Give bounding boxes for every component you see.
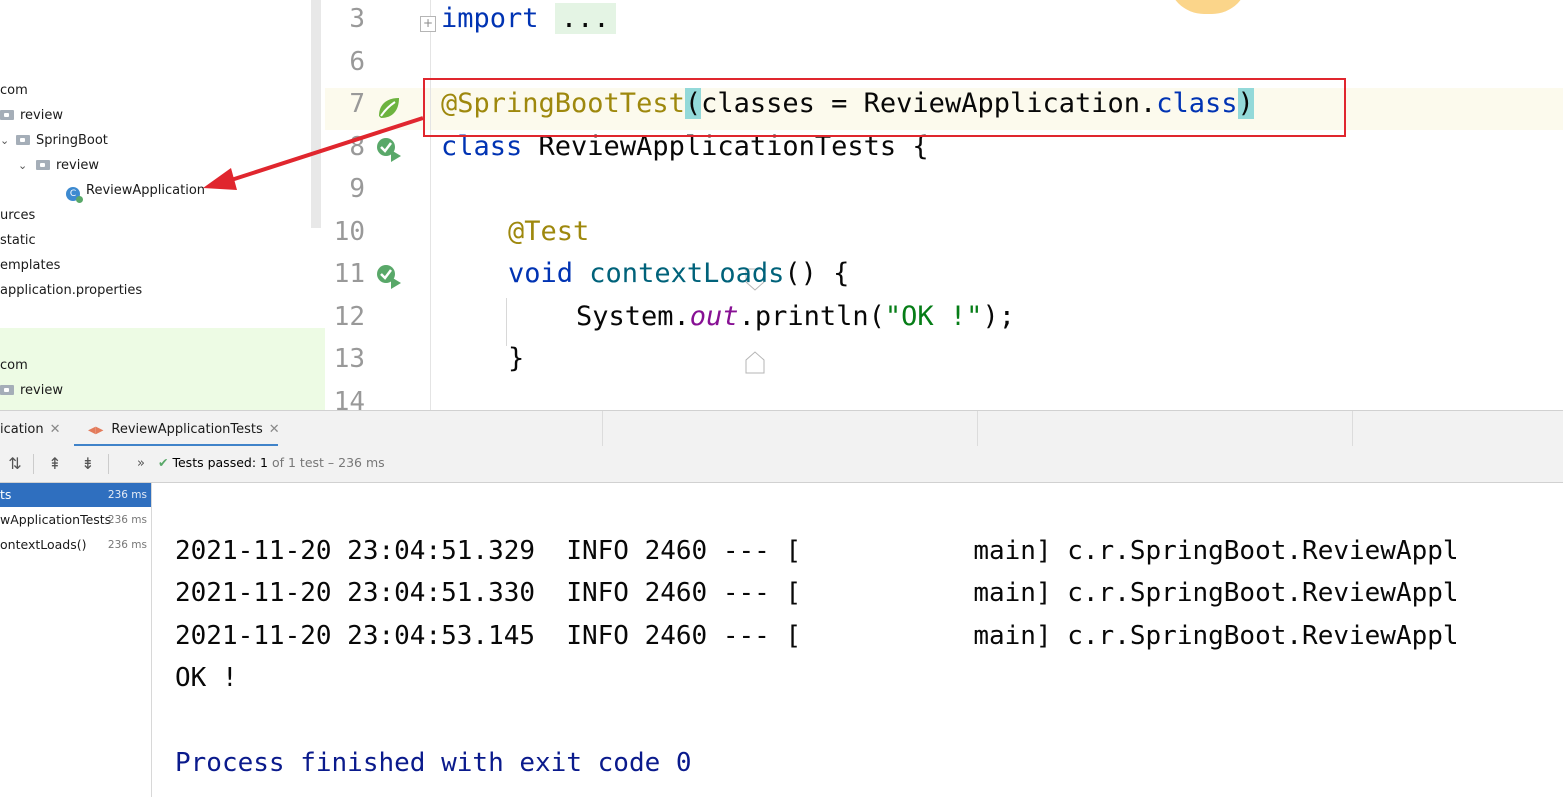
status-label: Tests passed: [172,455,257,470]
tree-item-label: emplates [0,258,61,273]
chevron-down-icon[interactable]: ⌄ [0,131,10,151]
tree-item-application-properties[interactable]: application.properties [0,281,142,301]
console-output[interactable]: 2021-11-20 23:04:51.329 INFO 2460 --- [ … [152,483,1563,797]
close-icon[interactable]: ✕ [50,422,61,437]
check-icon: ✔ [158,455,169,470]
test-results-tree: ts 236 ms wApplicationTests 236 ms ontextL… [0,483,152,797]
tab-reviewapplication[interactable]: ication ✕ [0,411,70,447]
code-text: .println( [738,301,885,332]
tree-item-resources[interactable]: urces [0,206,35,226]
tab-label: ReviewApplicationTests [111,422,263,437]
tree-item-review[interactable]: review [0,106,63,126]
test-status: ✔ Tests passed: 1 of 1 test – 236 ms [158,455,385,470]
static-field: out [689,301,739,332]
result-time: 236 ms [107,539,147,551]
log-line: OK ! [175,663,238,693]
tree-item-reviewapplication[interactable]: C ReviewApplication [66,181,206,203]
code-text: } [508,343,525,374]
divider [108,454,109,474]
result-row-method[interactable]: ontextLoads() 236 ms [0,533,151,557]
tab-label: ication [0,422,44,437]
tree-item-com-test[interactable]: com [0,356,28,376]
test-diff-icon: ◀▶ [88,425,104,436]
tree-item-label: review [56,158,99,173]
chevron-down-icon[interactable]: ⌄ [18,156,30,176]
sort-icon[interactable]: ⇅ [4,453,26,475]
editor-gutter: 3 6 7 8 9 10 11 12 13 14 + [325,0,765,417]
status-count: 1 [260,455,268,470]
tree-item-label: application.properties [0,283,143,298]
tree-item-static[interactable]: static [0,231,36,251]
code-line-3: import ... [441,3,616,34]
result-time: 236 ms [107,489,147,501]
line-number: 6 [349,47,365,77]
tree-item-label: urces [0,208,36,223]
annotation: @Test [508,216,590,247]
method-name: contextLoads [589,258,785,289]
log-line: 2021-11-20 23:04:53.145 INFO 2460 --- [ … [175,621,1459,651]
line-number: 13 [333,344,365,374]
result-row-root[interactable]: ts 236 ms [0,483,151,507]
code-line-12: System.out.println("OK !"); [576,301,1015,332]
test-runner-toolbar: ⇅ ⇞ ⇟ » ✔ Tests passed: 1 of 1 test – 236… [0,446,1563,483]
tree-item-label: static [0,233,36,248]
code-line-13: } [508,343,524,374]
folder-icon [0,110,14,120]
indent-guide [506,298,507,346]
status-detail: of 1 test – 236 ms [271,455,385,470]
folder-icon [36,160,50,170]
code-text: System. [576,301,690,332]
run-test-method-icon[interactable] [375,263,403,291]
code-text: ); [982,301,1015,332]
tree-item-label: ReviewApplication [86,183,206,198]
tree-item-label: review [20,108,63,123]
tree-item-label: com [0,83,28,98]
divider [33,454,34,474]
tree-item-label: com [0,358,28,373]
annotation-highlight-box [423,78,1346,137]
divider [602,411,603,447]
result-time: 236 ms [107,514,147,526]
expand-all-icon[interactable]: ⇞ [44,453,66,475]
tree-item-review-test[interactable]: review [0,381,63,401]
code-line-10: @Test [508,216,589,247]
string-literal: "OK !" [884,301,983,332]
run-tabs-bar: ication ✕ ◀▶ ReviewApplicationTests ✕ [0,410,1563,448]
red-arrow-icon [203,116,424,190]
log-line: 2021-11-20 23:04:51.330 INFO 2460 --- [ … [175,578,1459,608]
spring-class-icon: C [66,187,83,203]
tree-item-label: SpringBoot [36,133,108,148]
folder-icon [16,135,30,145]
line-number: 10 [333,217,365,247]
keyword: void [508,258,574,289]
log-line: 2021-11-20 23:04:51.329 INFO 2460 --- [ … [175,536,1459,566]
divider [1352,411,1353,447]
result-label: wApplicationTests [0,512,112,527]
code-text: () { [784,258,850,289]
line-number: 12 [333,302,365,332]
divider [977,411,978,447]
result-row-class[interactable]: wApplicationTests 236 ms [0,508,151,532]
code-line-11: void contextLoads() { [508,258,849,289]
result-label: ts [0,487,12,502]
folded-imports[interactable]: ... [554,3,616,34]
code-editor[interactable]: import ... @SpringBootTest(classes = Rev… [431,0,1563,410]
result-label: ontextLoads() [0,537,87,552]
tree-item-templates[interactable]: emplates [0,256,60,276]
folder-icon [0,385,14,395]
line-number: 11 [333,259,365,289]
line-number: 3 [349,4,365,34]
exit-message: Process finished with exit code 0 [175,748,692,778]
tree-item-springboot[interactable]: ⌄ SpringBoot [0,131,108,151]
collapse-all-icon[interactable]: ⇟ [77,453,99,475]
close-icon[interactable]: ✕ [269,422,280,437]
tree-item-review-package[interactable]: ⌄ review [18,156,99,176]
tab-reviewapplicationtests[interactable]: ◀▶ ReviewApplicationTests ✕ [74,411,280,447]
project-tree: com review ⌄ SpringBoot ⌄ review C ReviewAp… [0,0,325,410]
tree-item-label: review [20,383,63,398]
keyword: import [441,3,539,34]
more-icon[interactable]: » [130,453,152,475]
tree-item-com[interactable]: com [0,81,28,101]
